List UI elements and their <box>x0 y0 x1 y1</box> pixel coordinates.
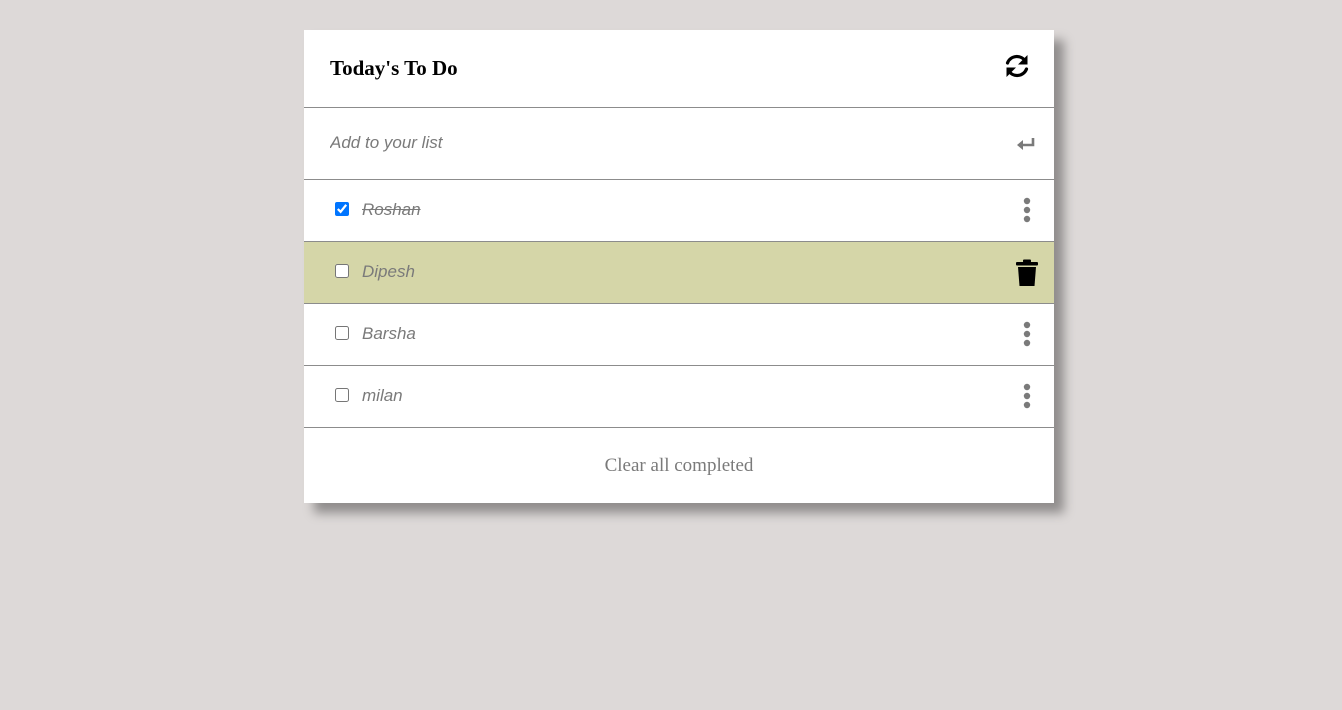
todo-label: Barsha <box>362 324 416 343</box>
todo-item[interactable]: Roshan <box>304 180 1054 242</box>
more-vertical-icon[interactable] <box>1017 383 1037 409</box>
clear-completed-button[interactable]: Clear all completed <box>304 454 1054 478</box>
todo-label: Dipesh <box>362 262 415 281</box>
todo-label: milan <box>362 386 403 405</box>
footer: Clear all completed <box>304 428 1054 503</box>
refresh-icon[interactable] <box>1003 52 1031 80</box>
todo-card: Today's To Do Roshan Dipesh Barsha milan Cl… <box>304 30 1054 503</box>
enter-icon[interactable] <box>1016 136 1036 152</box>
add-item-input[interactable] <box>330 128 990 158</box>
todo-label: Roshan <box>362 200 421 219</box>
add-row <box>304 108 1054 180</box>
more-vertical-icon[interactable] <box>1017 321 1037 347</box>
todo-item[interactable]: Dipesh <box>304 242 1054 304</box>
todo-item[interactable]: milan <box>304 366 1054 428</box>
todo-item[interactable]: Barsha <box>304 304 1054 366</box>
todo-checkbox[interactable] <box>335 326 349 340</box>
trash-icon[interactable] <box>1014 259 1040 287</box>
header: Today's To Do <box>304 30 1054 108</box>
page-title: Today's To Do <box>330 56 458 80</box>
todo-checkbox[interactable] <box>335 202 349 216</box>
more-vertical-icon[interactable] <box>1017 197 1037 223</box>
todo-checkbox[interactable] <box>335 264 349 278</box>
todo-checkbox[interactable] <box>335 388 349 402</box>
